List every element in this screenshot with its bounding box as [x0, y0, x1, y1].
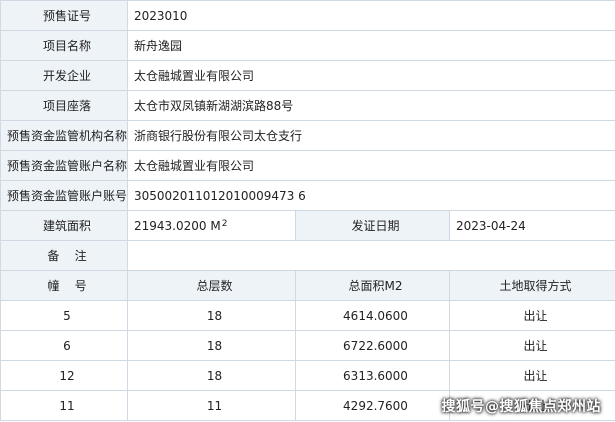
issue-date-value: 2023-04-24	[448, 210, 615, 241]
table-row: 6 18 6722.6000 出让	[0, 330, 615, 361]
row-project-name: 项目名称 新舟逸园	[0, 30, 615, 61]
row-bank: 预售资金监管机构名称 浙商银行股份有限公司太仓支行	[0, 120, 615, 151]
floors: 18	[127, 300, 296, 331]
row-remarks: 备 注	[0, 240, 615, 271]
area-label: 建筑面积	[0, 210, 128, 241]
row-account-no: 预售资金监管账户账号 305002011012010009473 6	[0, 180, 615, 211]
floors: 18	[127, 360, 296, 391]
row-account-name: 预售资金监管账户名称 太仓融城置业有限公司	[0, 150, 615, 181]
developer-value: 太仓融城置业有限公司	[126, 60, 615, 91]
remarks-label: 备 注	[0, 240, 128, 271]
building-no: 12	[0, 360, 128, 391]
land-acquisition: 出让	[448, 360, 615, 391]
total-area: 6722.6000	[295, 330, 450, 361]
account-name-label: 预售资金监管账户名称	[0, 150, 128, 181]
account-no-label: 预售资金监管账户账号	[0, 180, 128, 211]
issue-date-label: 发证日期	[295, 210, 450, 241]
total-area: 4292.7600	[295, 390, 450, 421]
col-header-building-no: 幢 号	[0, 270, 128, 301]
table-row: 5 18 4614.0600 出让	[0, 300, 615, 331]
watermark: 搜狐号@搜狐焦点郑州站	[441, 399, 601, 415]
floors: 18	[127, 330, 296, 361]
area-number: 21943.0200 M	[134, 218, 221, 233]
presale-no-value: 2023010	[126, 0, 615, 31]
row-area-date: 建筑面积 21943.0200 M2 发证日期 2023-04-24	[0, 210, 615, 241]
project-name-label: 项目名称	[0, 30, 128, 61]
total-area: 4614.0600	[295, 300, 450, 331]
bank-label: 预售资金监管机构名称	[0, 120, 128, 151]
account-no-value: 305002011012010009473 6	[126, 180, 615, 211]
presale-no-label: 预售证号	[0, 0, 128, 31]
row-developer: 开发企业 太仓融城置业有限公司	[0, 60, 615, 91]
land-acquisition: 出让	[448, 300, 615, 331]
total-area: 6313.6000	[295, 360, 450, 391]
bank-value: 浙商银行股份有限公司太仓支行	[126, 120, 615, 151]
account-name-value: 太仓融城置业有限公司	[126, 150, 615, 181]
col-header-total-area: 总面积M2	[295, 270, 450, 301]
location-label: 项目座落	[0, 90, 128, 121]
area-value: 21943.0200 M2	[127, 210, 296, 241]
buildings-header-row: 幢 号 总层数 总面积M2 土地取得方式	[0, 270, 615, 301]
col-header-land-acquisition: 土地取得方式	[448, 270, 615, 301]
row-presale-no: 预售证号 2023010	[0, 0, 615, 31]
area-unit-superscript: 2	[221, 218, 228, 229]
developer-label: 开发企业	[0, 60, 128, 91]
presale-permit-table: 预售证号 2023010 项目名称 新舟逸园 开发企业 太仓融城置业有限公司 项…	[0, 0, 615, 421]
land-acquisition: 出让	[448, 330, 615, 361]
table-row: 12 18 6313.6000 出让	[0, 360, 615, 391]
location-value: 太仓市双凤镇新湖湖滨路88号	[126, 90, 615, 121]
building-no: 11	[0, 390, 128, 421]
building-no: 5	[0, 300, 128, 331]
row-location: 项目座落 太仓市双凤镇新湖湖滨路88号	[0, 90, 615, 121]
project-name-value: 新舟逸园	[126, 30, 615, 61]
remarks-value	[126, 240, 615, 271]
col-header-floors: 总层数	[127, 270, 296, 301]
floors: 11	[127, 390, 296, 421]
building-no: 6	[0, 330, 128, 361]
